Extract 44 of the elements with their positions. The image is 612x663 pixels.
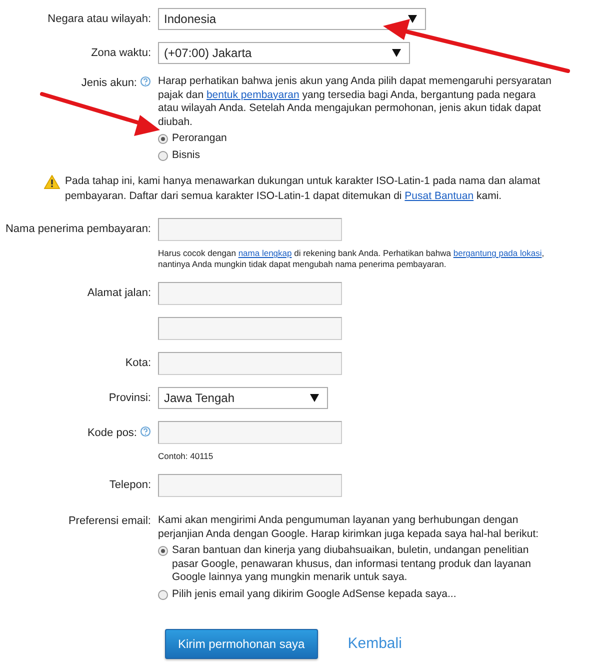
dropdown[interactable]: (+07:00) Jakarta (158, 42, 410, 64)
back-link[interactable]: Kembali (348, 632, 402, 656)
field-hint: Harus cocok dengan nama lengkap di rekening bank Anda. Perhatikan bahwa bergantung pada lokasi, nantinya Anda mungkin tidak dapat mengubah nama penerima pembayaran. (158, 248, 546, 270)
radio-button[interactable] (158, 546, 168, 556)
text-field[interactable] (158, 317, 342, 340)
field-label: Alamat jalan: (87, 287, 151, 299)
text-field[interactable] (158, 421, 342, 444)
text-field[interactable] (158, 282, 342, 305)
field-label: Nama penerima pembayaran: (5, 223, 151, 235)
option-label: Pilih jenis email yang dikirim Google AdSense kepada saya... (172, 588, 456, 601)
option-label: Bisnis (172, 148, 200, 162)
text-field[interactable] (158, 474, 342, 497)
radio-button[interactable] (158, 590, 168, 600)
text-field[interactable] (158, 352, 342, 375)
submit-button[interactable]: Kirim permohonan saya (165, 629, 318, 659)
help-icon[interactable] (140, 426, 151, 437)
dropdown[interactable]: Indonesia (158, 8, 426, 30)
field-hint: Contoh: 40115 (158, 451, 214, 462)
radio-button[interactable] (158, 134, 168, 144)
field-label: Zona waktu: (91, 47, 151, 59)
description-text: Harap perhatikan bahwa jenis akun yang Anda pilih dapat memengaruhi persyaratan pajak dan bentuk pembayaran yang tersedia bagi Anda, bergantung pada negara atau wilayah Anda. Setelah Anda mengajukan permohonan, jenis akun tidak dapat diubah. (158, 75, 552, 129)
text-link[interactable]: nama lengkap (238, 248, 292, 258)
field-label: Kota: (125, 357, 151, 369)
field-label: Negara atau wilayah: (48, 13, 151, 25)
notice-text: Pada tahap ini, kami hanya menawarkan dukungan untuk karakter ISO-Latin-1 pada nama dan alamat pembayaran. Daftar dari semua karakter ISO-Latin-1 dapat ditemukan di Pusat Bantuan kami. (65, 174, 542, 204)
field-label: Provinsi: (108, 392, 151, 404)
option-label: Perorangan (172, 132, 227, 146)
description-text: Kami akan mengirimi Anda pengumuman layanan yang berhubungan dengan perjanjian Anda dengan Google. Harap kirimkan juga kepada saya hal-hal berikut: (158, 514, 540, 541)
caret-icon (408, 15, 417, 23)
caret-icon (392, 49, 401, 57)
text-link[interactable]: Pusat Bantuan (404, 190, 474, 202)
warning-icon (44, 175, 60, 189)
radio-button[interactable] (158, 150, 168, 160)
dropdown[interactable]: Jawa Tengah (158, 387, 328, 409)
help-icon[interactable] (140, 76, 151, 87)
caret-icon (310, 394, 319, 402)
text-field[interactable] (158, 218, 342, 241)
field-label: Telepon: (109, 479, 151, 491)
field-label: Jenis akun: (81, 77, 137, 89)
field-label: Preferensi email: (68, 515, 151, 527)
text-link[interactable]: bentuk pembayaran (206, 88, 300, 100)
text-link[interactable]: bergantung pada lokasi (453, 248, 542, 258)
field-label: Kode pos: (87, 427, 137, 439)
option-label: Saran bantuan dan kinerja yang diubahsuaikan, buletin, undangan penelitian pasar Google, penawaran khusus, dan informasi tentang produk dan layanan Google lainnya yang mungkin menarik untuk saya. (172, 544, 532, 584)
